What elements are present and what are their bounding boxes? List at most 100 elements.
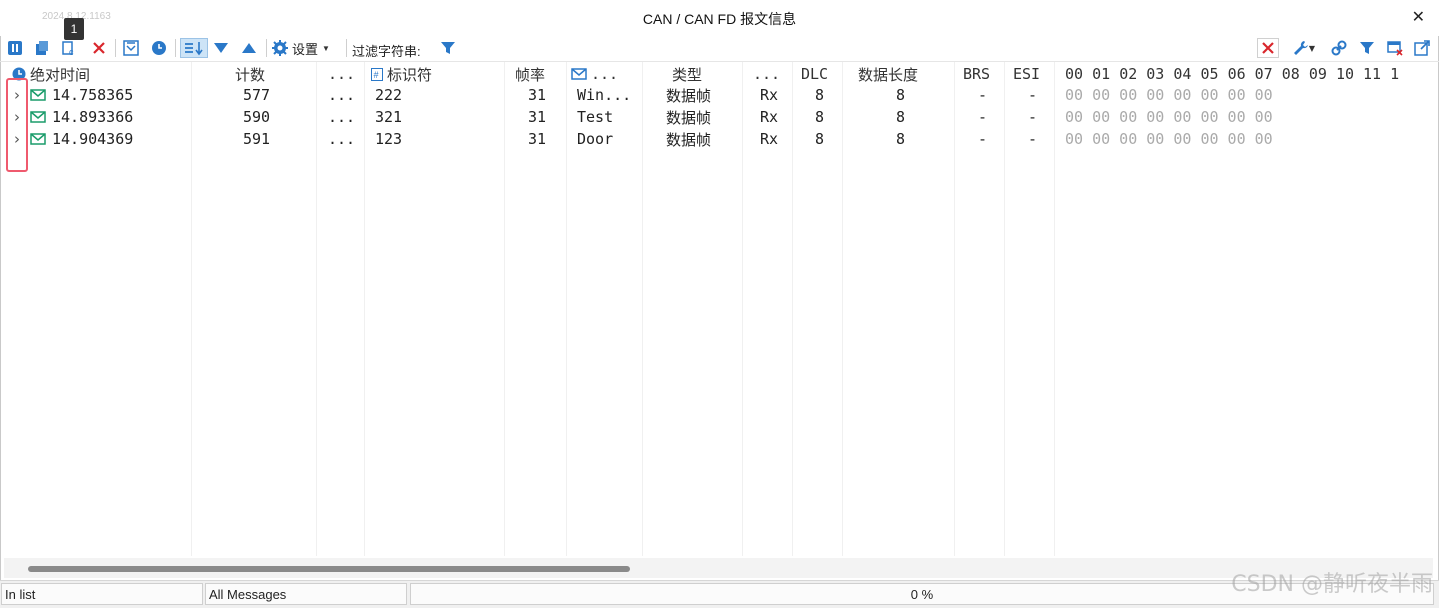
wrench-icon: [1293, 41, 1308, 55]
column-divider: [191, 62, 192, 556]
pause-icon: [8, 41, 22, 55]
column-header-more[interactable]: ...: [328, 64, 355, 84]
svg-text:#: #: [374, 70, 379, 80]
detach-button[interactable]: [1411, 38, 1433, 58]
cell-data: 00 00 00 00 00 00 00 00: [1065, 108, 1273, 126]
column-header-esi[interactable]: ESI: [1013, 64, 1040, 84]
cell-dir: Rx: [760, 130, 779, 148]
funnel-icon: [1360, 42, 1374, 54]
cell-len: 8: [896, 86, 906, 104]
sort-button[interactable]: [180, 38, 208, 58]
close-window-button[interactable]: [1384, 38, 1406, 58]
cell-id: 222: [375, 86, 403, 104]
column-header-dir[interactable]: ...: [753, 64, 780, 84]
envelope-icon: [571, 68, 587, 80]
previous-button[interactable]: [238, 38, 260, 58]
cell-dir: Rx: [760, 86, 779, 104]
delete-icon: [93, 42, 105, 54]
horizontal-scrollbar[interactable]: [4, 558, 1433, 578]
chevron-down-icon: ▼: [1308, 43, 1316, 53]
byte-header: 1: [1390, 65, 1400, 83]
sort-list-icon: [185, 42, 203, 56]
header-label: ...: [753, 65, 781, 83]
clear-button[interactable]: [88, 38, 110, 58]
funnel-icon: [441, 42, 455, 54]
message-table: 绝对时间 计数 ... # 标识符 帧率 ... 类型 ... DLC 数据长度…: [0, 62, 1439, 556]
cell-brs: -: [978, 86, 988, 104]
svg-text:c: c: [69, 47, 74, 56]
copy-button[interactable]: [31, 38, 53, 58]
cell-more: ...: [328, 108, 356, 126]
column-header-name[interactable]: ...: [571, 64, 618, 84]
link-icon: [1331, 40, 1347, 56]
column-header-data-length[interactable]: 数据长度: [858, 64, 918, 84]
time-mode-button[interactable]: [148, 38, 170, 58]
column-header-data-bytes[interactable]: 00 01 02 03 04 05 06 07 08 09 10 11 1: [1065, 64, 1399, 84]
column-header-rate[interactable]: 帧率: [515, 64, 545, 84]
window-title: CAN / CAN FD 报文信息: [642, 11, 797, 27]
byte-header: 01: [1092, 65, 1111, 83]
cell-dlc: 8: [815, 108, 825, 126]
copy-special-button[interactable]: c: [58, 38, 80, 58]
cell-data: 00 00 00 00 00 00 00 00: [1065, 130, 1273, 148]
toolbar: c 设置 ▼ 过滤字符串: ▼: [0, 36, 1439, 62]
cell-type: 数据帧: [666, 110, 712, 127]
column-divider: [364, 62, 365, 556]
cell-time: 14.893366: [52, 108, 134, 126]
scrollbar-thumb[interactable]: [28, 566, 630, 572]
cell-brs: -: [978, 108, 988, 126]
column-header-count[interactable]: 计数: [235, 64, 265, 84]
header-label: 帧率: [515, 66, 546, 84]
settings-dropdown[interactable]: 设置 ▼: [272, 38, 330, 58]
column-filter-button[interactable]: [1356, 38, 1378, 58]
settings-label: 设置: [292, 41, 319, 57]
cell-rate: 31: [528, 130, 547, 148]
link-button[interactable]: [1328, 38, 1350, 58]
tools-dropdown[interactable]: ▼: [1287, 38, 1321, 58]
chevron-down-icon: ▼: [322, 43, 330, 53]
column-divider: [642, 62, 643, 556]
filter-button[interactable]: [437, 38, 459, 58]
cell-len: 8: [896, 108, 906, 126]
column-divider: [792, 62, 793, 556]
column-divider: [954, 62, 955, 556]
cell-name: Test: [577, 108, 614, 126]
filter-label: 过滤字符串:: [352, 44, 421, 59]
envelope-icon: [30, 111, 46, 123]
external-window-icon: [1414, 40, 1430, 56]
column-divider: [842, 62, 843, 556]
clear-filter-button[interactable]: [1257, 38, 1279, 58]
cell-time: 14.758365: [52, 86, 134, 104]
column-header-type[interactable]: 类型: [672, 64, 702, 84]
pause-button[interactable]: [4, 38, 26, 58]
auto-scroll-button[interactable]: [120, 38, 142, 58]
column-header-brs[interactable]: BRS: [963, 64, 990, 84]
cell-esi: -: [1028, 86, 1038, 104]
close-red-icon: [1262, 42, 1274, 54]
column-divider: [316, 62, 317, 556]
byte-header: 10: [1335, 65, 1354, 83]
header-label: 绝对时间: [30, 66, 91, 84]
cell-id: 321: [375, 108, 403, 126]
cell-dlc: 8: [815, 130, 825, 148]
triangle-up-icon: [242, 43, 256, 53]
header-label: ...: [591, 65, 619, 83]
column-header-id[interactable]: # 标识符: [371, 64, 432, 84]
cell-time: 14.904369: [52, 130, 134, 148]
cell-count: 591: [243, 130, 271, 148]
separator: [346, 39, 347, 57]
header-label: 类型: [672, 66, 703, 84]
close-button[interactable]: ✕: [1412, 7, 1425, 26]
cell-name: Door: [577, 130, 614, 148]
cell-rate: 31: [528, 108, 547, 126]
next-button[interactable]: [210, 38, 232, 58]
status-in-list: In list: [1, 583, 203, 605]
header-label: ...: [328, 65, 356, 83]
window-close-icon: [1387, 41, 1403, 56]
copy-c-icon: c: [62, 41, 74, 56]
byte-header: 00: [1065, 65, 1084, 83]
clock-icon: [152, 41, 166, 55]
byte-header: 06: [1227, 65, 1246, 83]
column-header-dlc[interactable]: DLC: [801, 64, 828, 84]
cell-more: ...: [328, 86, 356, 104]
